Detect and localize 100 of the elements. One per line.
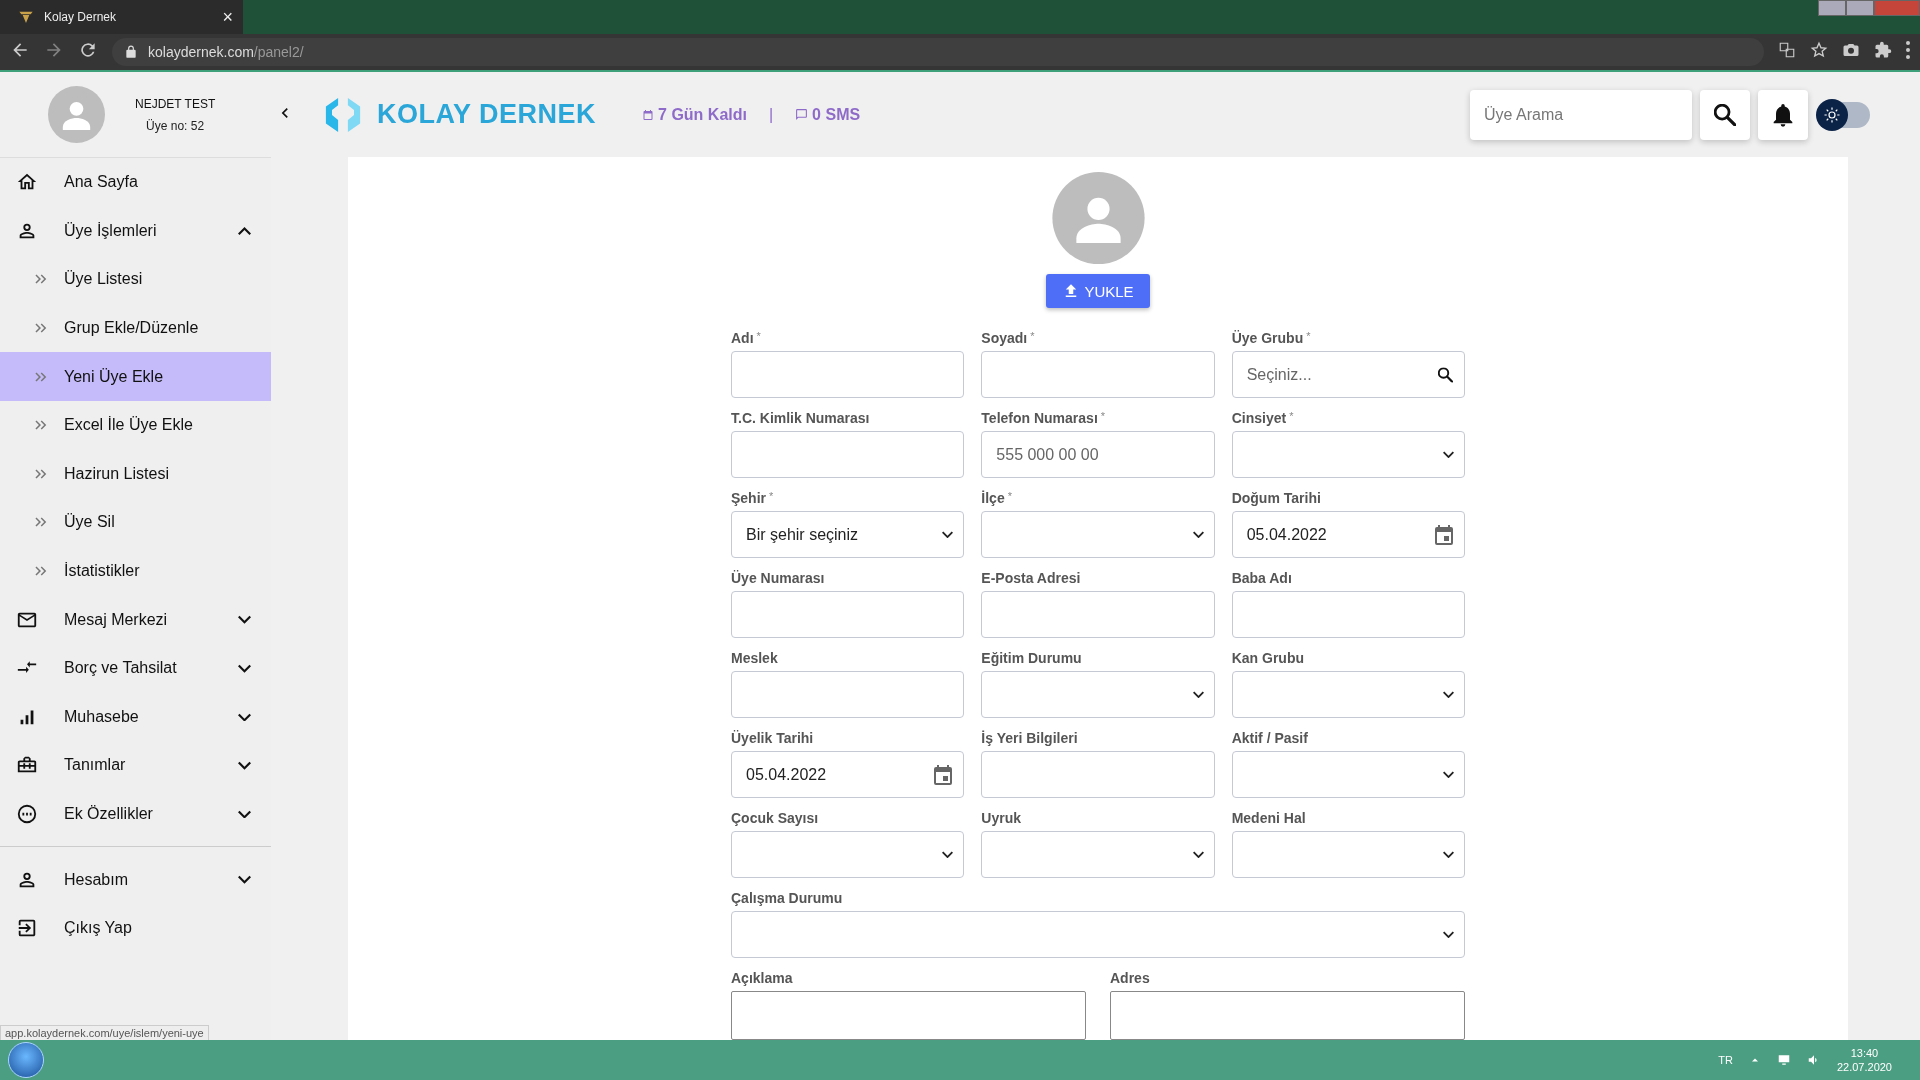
caret-icon: [1192, 850, 1204, 859]
date-field[interactable]: 05.04.2022: [1231, 511, 1465, 558]
avatar-icon: [48, 86, 105, 143]
clock-time: 13:40: [1850, 1047, 1879, 1059]
caret-icon: [942, 850, 954, 859]
dropdown[interactable]: [1231, 831, 1465, 878]
text-field[interactable]: [731, 351, 965, 398]
browser-tab[interactable]: Kolay Dernek ×: [0, 0, 243, 34]
text-field[interactable]: [981, 591, 1215, 638]
dropdown[interactable]: [1231, 671, 1465, 718]
field-label: Medeni Hal: [1231, 810, 1306, 826]
translate-icon: [1778, 41, 1796, 59]
text-field[interactable]: [731, 671, 965, 718]
field-label: Çocuk Sayısı: [731, 810, 819, 826]
text-field[interactable]: [731, 431, 965, 478]
caret-icon: [942, 530, 954, 539]
textarea-field[interactable]: [731, 991, 1086, 1040]
close-tab-button[interactable]: ×: [222, 6, 233, 28]
monitor-icon: [1776, 1053, 1791, 1067]
chevron-down-icon: [238, 663, 251, 673]
chevron-up-icon: [238, 226, 251, 236]
field-label: Meslek: [731, 650, 778, 666]
sidebar-item[interactable]: Hesabım: [0, 855, 271, 904]
field-label: Uyruk: [981, 810, 1021, 826]
text-field[interactable]: [981, 751, 1215, 798]
caret-icon: [1443, 930, 1454, 939]
dropdown[interactable]: [1231, 751, 1465, 798]
field-label: Telefon Numarası: [981, 410, 1098, 426]
required-mark: *: [1030, 330, 1035, 344]
text-field[interactable]: [731, 591, 965, 638]
field-label: Üye Numarası: [731, 570, 825, 586]
field-label: Aktif / Pasif: [1231, 730, 1308, 746]
separator: |: [768, 105, 774, 124]
text-field[interactable]: [1231, 591, 1465, 638]
search-button[interactable]: [1700, 89, 1750, 140]
upload-button[interactable]: YUKLE: [1046, 274, 1150, 308]
required-mark: *: [1007, 490, 1012, 504]
date-field[interactable]: 05.04.2022: [731, 751, 965, 798]
sidebar-item[interactable]: Tanımlar: [0, 741, 271, 790]
user-name: NEJDET TEST: [135, 96, 216, 111]
calendar-icon: [934, 764, 953, 785]
field-label: Doğum Tarihi: [1231, 490, 1321, 506]
sidebar-subitem[interactable]: Üye Listesi: [0, 255, 271, 304]
sidebar-item[interactable]: Ana Sayfa: [0, 158, 271, 207]
calendar-icon: [642, 108, 655, 121]
chevron-down-icon: [238, 712, 251, 722]
dropdown[interactable]: [1231, 431, 1465, 478]
chat-icon: [795, 108, 809, 121]
sidebar-item[interactable]: Mesaj Merkezi: [0, 595, 271, 644]
sidebar-subitem[interactable]: Yeni Üye Ekle: [0, 352, 271, 401]
kebab-menu-icon: [1906, 41, 1910, 59]
dropdown[interactable]: [981, 671, 1215, 718]
dropdown[interactable]: [981, 511, 1215, 558]
dropdown[interactable]: Bir şehir seçiniz: [731, 511, 965, 558]
days-left: 7 Gün Kaldı: [658, 105, 747, 124]
sidebar-item[interactable]: Ek Özellikler: [0, 789, 271, 839]
sidebar-subitem[interactable]: Hazirun Listesi: [0, 449, 271, 499]
minimize-button[interactable]: [1818, 0, 1846, 16]
sidebar-subitem[interactable]: Grup Ekle/Düzenle: [0, 303, 271, 353]
sms-count: 0 SMS: [812, 105, 861, 124]
sidebar-item[interactable]: Üye İşlemleri: [0, 206, 271, 256]
chevron-down-icon: [238, 615, 251, 624]
dropdown[interactable]: [981, 831, 1215, 878]
start-button[interactable]: [8, 1042, 44, 1078]
chevron-down-icon: [238, 809, 251, 819]
required-mark: *: [756, 330, 761, 344]
search-icon: [1438, 367, 1453, 382]
member-search-field[interactable]: Üye Arama: [1470, 89, 1692, 140]
field-label: Adres: [1110, 970, 1150, 986]
search-select-field[interactable]: Seçiniz...: [1231, 351, 1465, 398]
notifications-button[interactable]: [1758, 89, 1808, 140]
field-label: Şehir: [731, 490, 766, 506]
text-field[interactable]: [981, 351, 1215, 398]
search-icon: [1714, 103, 1736, 126]
address-bar[interactable]: kolaydernek.com/panel2/: [112, 38, 1764, 66]
dropdown[interactable]: [731, 831, 965, 878]
chevron-down-icon: [238, 875, 251, 884]
field-label: Çalışma Durumu: [731, 890, 843, 906]
caret-icon: [1443, 770, 1454, 779]
sidebar-subitem[interactable]: Excel İle Üye Ekle: [0, 400, 271, 450]
puzzle-icon: [1874, 41, 1892, 59]
maximize-button[interactable]: [1846, 0, 1874, 16]
sidebar-item[interactable]: Muhasebe: [0, 692, 271, 742]
sidebar-item[interactable]: Çıkış Yap: [0, 903, 271, 953]
field-label: Baba Adı: [1231, 570, 1292, 586]
reload-icon: [78, 40, 98, 60]
field-label: Soyadı: [981, 330, 1028, 346]
sidebar-item[interactable]: Borç ve Tahsilat: [0, 643, 271, 693]
caret-icon: [1443, 450, 1454, 459]
text-field[interactable]: 555 000 00 00: [981, 431, 1215, 478]
sidebar-subitem[interactable]: İstatistikler: [0, 546, 271, 596]
close-window-button[interactable]: [1874, 0, 1920, 16]
textarea-field[interactable]: [1110, 991, 1465, 1040]
member-number: Üye no: 52: [146, 118, 205, 133]
field-label: Cinsiyet: [1231, 410, 1287, 426]
sidebar-subitem[interactable]: Üye Sil: [0, 498, 271, 547]
field-label: İlçe: [981, 490, 1005, 506]
dropdown[interactable]: [731, 911, 1465, 958]
caret-icon: [1443, 690, 1454, 699]
status-url: app.kolaydernek.com/uye/islem/yeni-uye: [0, 1025, 209, 1040]
